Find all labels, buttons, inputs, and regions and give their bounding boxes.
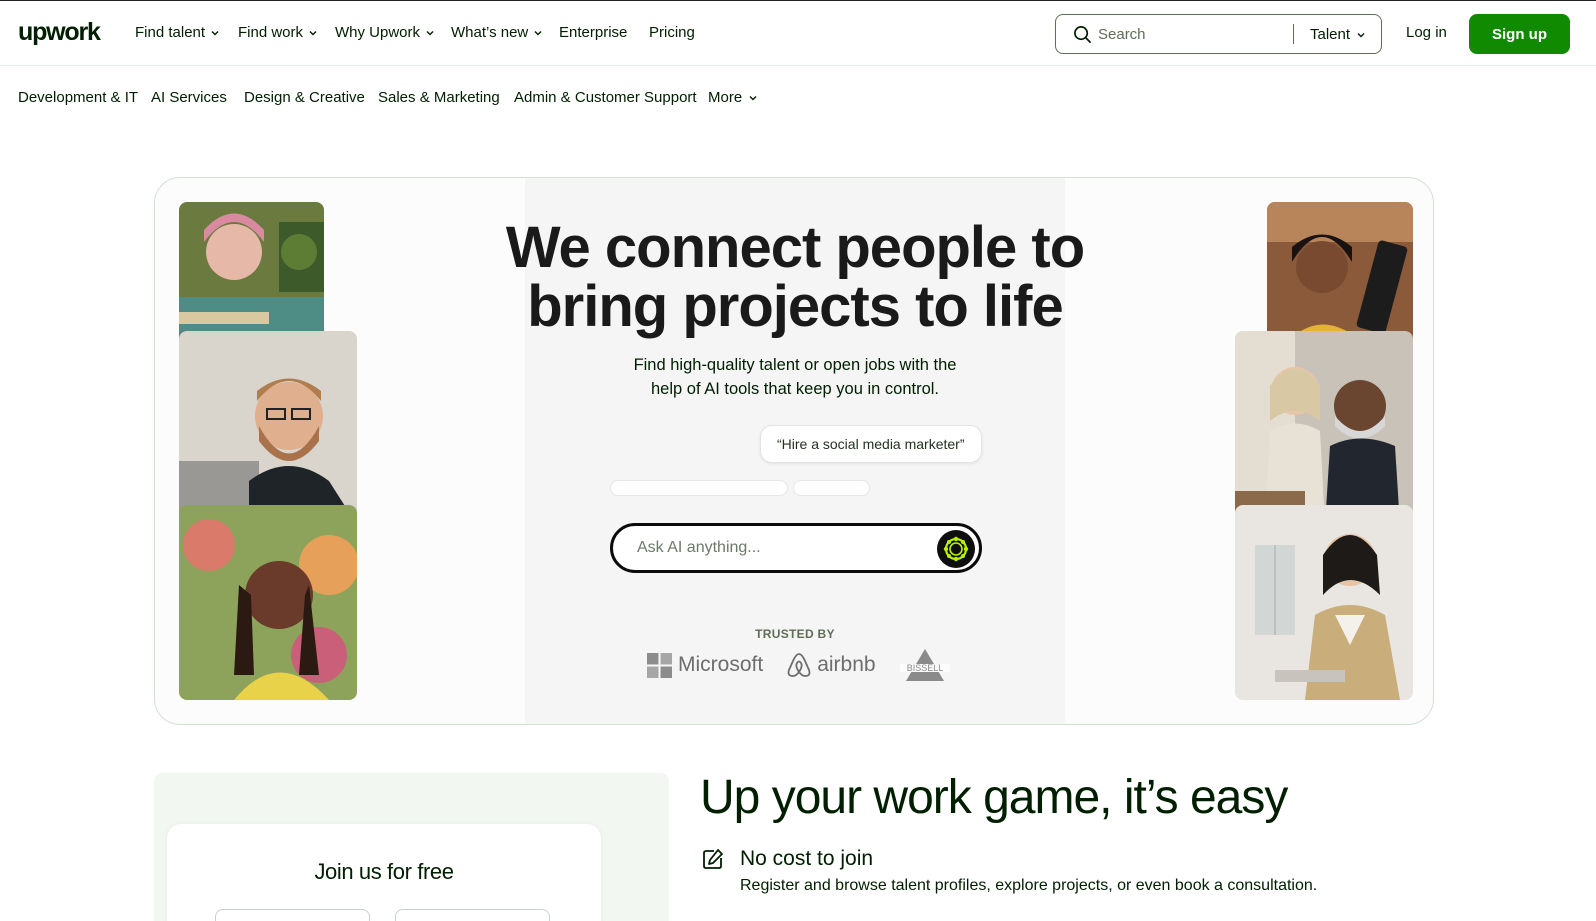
microsoft-mark-icon [647,652,672,678]
trusted-logos: Microsoft airbnb BISSELL [647,647,950,683]
chevron-down-icon [1357,32,1365,37]
search-icon [1074,26,1091,43]
chevron-down-icon [749,95,757,100]
svg-text:BISSELL: BISSELL [906,663,943,673]
hero-subtitle: Find high-quality talent or open jobs wi… [155,353,1433,401]
nav-why-upwork[interactable]: Why Upwork [335,24,435,41]
airbnb-logo: airbnb [787,652,876,678]
hero-title-line: bring projects to life [527,274,1064,339]
nav-label: Enterprise [559,24,628,41]
category-admin-support[interactable]: Admin & Customer Support [514,89,697,106]
hero-title: We connect people to bring projects to l… [155,215,1433,339]
login-link[interactable]: Log in [1406,24,1447,41]
ai-prompt-input[interactable] [637,539,917,557]
hero-subtitle-line: help of AI tools that keep you in contro… [650,380,940,398]
benefit-description: Register and browse talent profiles, exp… [740,877,1318,894]
category-design-creative[interactable]: Design & Creative [244,89,365,106]
search-scope-dropdown[interactable]: Talent [1310,26,1366,43]
nav-label: Find talent [135,24,206,41]
chevron-down-icon [211,30,219,35]
chevron-down-icon [534,30,542,35]
category-ai-services[interactable]: AI Services [151,89,227,106]
chevron-down-icon [309,30,317,35]
search-input[interactable] [1098,26,1278,43]
join-card: Join us for free [167,824,601,921]
placeholder-chip [610,480,788,496]
brand-name: Microsoft [678,653,764,676]
nav-label: Find work [238,24,304,41]
trusted-by-label: TRUSTED BY [755,627,835,641]
category-more[interactable]: More [708,89,758,106]
prompt-suggestion-chip[interactable]: “Hire a social media marketer” [760,425,982,463]
edit-icon [703,849,723,869]
search-bar[interactable]: Talent [1055,14,1382,54]
hero-title-line: We connect people to [505,215,1085,280]
join-title: Join us for free [314,859,454,884]
nav-pricing[interactable]: Pricing [649,24,695,41]
benefit-title: No cost to join [740,847,874,870]
join-option-client[interactable] [215,909,370,921]
hero-subtitle-line: Find high-quality talent or open jobs wi… [633,356,957,374]
section-title: Up your work game, it’s easy [700,771,1288,824]
brand-name: airbnb [817,653,876,676]
nav-find-work[interactable]: Find work [238,24,318,41]
upwork-logo[interactable]: upwork [18,18,101,47]
top-navigation: upwork Find talent Find work Why Upwork … [0,0,1596,66]
nav-label: What’s new [451,24,529,41]
microsoft-logo: Microsoft [647,652,764,678]
airbnb-mark-icon [787,653,811,677]
join-option-freelancer[interactable] [395,909,550,921]
chevron-down-icon [426,30,434,35]
search-divider [1293,24,1294,44]
ai-sparkle-icon [943,536,969,562]
ai-prompt-box[interactable] [610,523,982,573]
bissell-mark-icon: BISSELL [899,649,950,681]
placeholder-chip [793,480,870,496]
join-panel: Join us for free [154,773,669,921]
hero-card: We connect people to bring projects to l… [154,177,1434,725]
search-scope-label: Talent [1310,26,1351,43]
ai-submit-button[interactable] [937,530,975,568]
freelancer-photo [1235,505,1413,700]
freelancer-photo [179,505,357,700]
category-development-it[interactable]: Development & IT [18,89,138,106]
nav-find-talent[interactable]: Find talent [135,24,220,41]
category-sales-marketing[interactable]: Sales & Marketing [378,89,500,106]
bissell-logo: BISSELL [899,647,950,683]
nav-whats-new[interactable]: What’s new [451,24,543,41]
nav-enterprise[interactable]: Enterprise [559,24,627,41]
nav-label: Why Upwork [335,24,421,41]
nav-label: Pricing [649,24,695,41]
signup-button[interactable]: Sign up [1469,14,1570,54]
category-more-label: More [708,89,743,106]
